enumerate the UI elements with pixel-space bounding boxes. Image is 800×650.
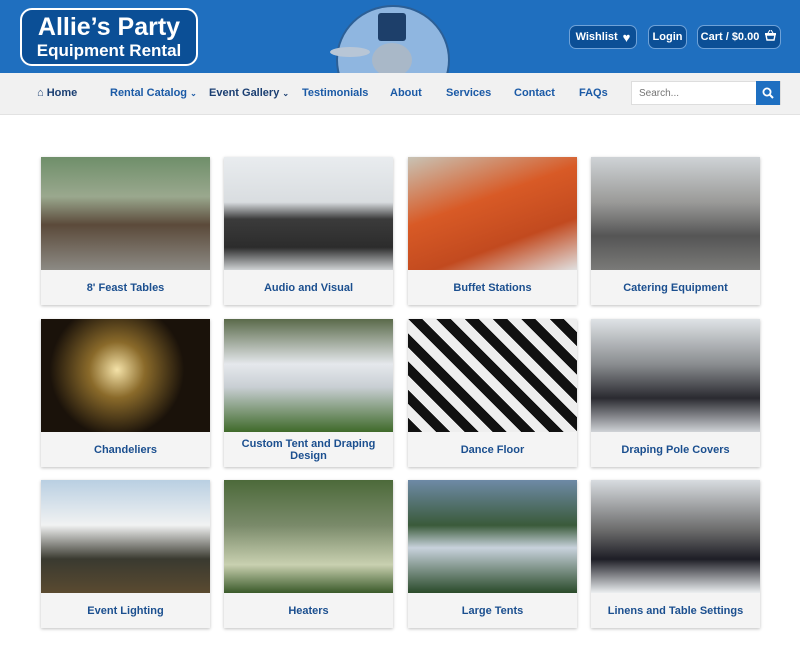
search-input[interactable] <box>632 82 756 104</box>
gallery-card[interactable]: Large Tents <box>408 480 577 628</box>
gallery-card[interactable]: Custom Tent and Draping Design <box>224 319 393 467</box>
bear-mascot-image <box>330 5 450 73</box>
gallery-card[interactable]: Buffet Stations <box>408 157 577 305</box>
gallery-label[interactable]: Custom Tent and Draping Design <box>224 432 393 467</box>
gallery-image[interactable] <box>591 480 760 593</box>
nav-about[interactable]: About <box>390 87 422 99</box>
search-form <box>631 81 781 105</box>
gallery-card[interactable]: Dance Floor <box>408 319 577 467</box>
gallery-image[interactable] <box>224 319 393 432</box>
cart-button[interactable]: Cart / $0.00 <box>697 25 781 49</box>
gallery-label[interactable]: Dance Floor <box>408 432 577 467</box>
gallery-label[interactable]: Event Lighting <box>41 593 210 628</box>
gallery-label[interactable]: Buffet Stations <box>408 270 577 305</box>
nav-testimonials[interactable]: Testimonials <box>302 87 368 99</box>
gallery-label[interactable]: 8' Feast Tables <box>41 270 210 305</box>
nav-services[interactable]: Services <box>446 87 491 99</box>
chevron-down-icon: ⌄ <box>190 89 197 98</box>
gallery-label[interactable]: Large Tents <box>408 593 577 628</box>
gallery-card[interactable]: Catering Equipment <box>591 157 760 305</box>
gallery-image[interactable] <box>41 157 210 270</box>
nav-event-gallery[interactable]: Event Gallery ⌄ <box>209 87 289 99</box>
gallery-label[interactable]: Catering Equipment <box>591 270 760 305</box>
nav-faqs[interactable]: FAQs <box>579 87 608 99</box>
gallery-label[interactable]: Chandeliers <box>41 432 210 467</box>
gallery-image[interactable] <box>591 319 760 432</box>
basket-icon <box>764 29 777 44</box>
search-button[interactable] <box>756 81 780 105</box>
gallery-card[interactable]: Chandeliers <box>41 319 210 467</box>
nav-home[interactable]: ⌂ Home <box>37 87 77 99</box>
gallery-label[interactable]: Draping Pole Covers <box>591 432 760 467</box>
login-button[interactable]: Login <box>648 25 687 49</box>
gallery-image[interactable] <box>41 480 210 593</box>
wishlist-button[interactable]: Wishlist ♥ <box>569 25 637 49</box>
gallery-label[interactable]: Heaters <box>224 593 393 628</box>
nav-contact[interactable]: Contact <box>514 87 555 99</box>
nav-rental-catalog[interactable]: Rental Catalog ⌄ <box>110 87 197 99</box>
chevron-down-icon: ⌄ <box>282 89 290 98</box>
site-header: Allie’s Party Equipment Rental Wishlist … <box>0 0 800 73</box>
gallery-image[interactable] <box>224 157 393 270</box>
gallery-label[interactable]: Linens and Table Settings <box>591 593 760 628</box>
gallery-image[interactable] <box>591 157 760 270</box>
gallery-image[interactable] <box>408 319 577 432</box>
gallery-card[interactable]: Event Lighting <box>41 480 210 628</box>
search-icon <box>762 87 774 99</box>
gallery-card[interactable]: Heaters <box>224 480 393 628</box>
gallery-card[interactable]: Draping Pole Covers <box>591 319 760 467</box>
gallery-image[interactable] <box>41 319 210 432</box>
gallery-card[interactable]: Audio and Visual <box>224 157 393 305</box>
gallery-label[interactable]: Audio and Visual <box>224 270 393 305</box>
gallery-image[interactable] <box>224 480 393 593</box>
gallery-image[interactable] <box>408 157 577 270</box>
gallery-card[interactable]: Linens and Table Settings <box>591 480 760 628</box>
heart-icon: ♥ <box>622 29 631 45</box>
site-logo[interactable]: Allie’s Party Equipment Rental <box>20 8 198 66</box>
gallery-card[interactable]: 8' Feast Tables <box>41 157 210 305</box>
gallery-image[interactable] <box>408 480 577 593</box>
home-icon: ⌂ <box>37 87 44 99</box>
